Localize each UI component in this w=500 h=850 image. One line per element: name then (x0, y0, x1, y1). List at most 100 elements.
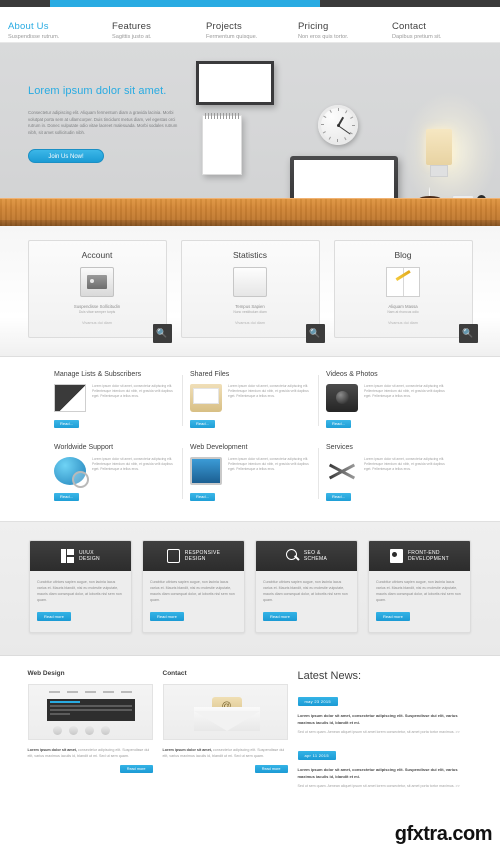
contact-column: Contact @ Lorem ipsum dolor sit amet, co… (162, 670, 288, 798)
page-root: About Us Suspendisse rutrum. Features Sagit… (0, 0, 500, 850)
highlights-section: Account Suspendisse Sollicitudin Duis vita… (0, 226, 500, 357)
nav-item-label: Features (112, 21, 152, 32)
clock-tick (338, 108, 339, 111)
nav-item-projects[interactable]: Projects Fermentum quisque. (206, 21, 257, 42)
clock-tick (344, 137, 347, 141)
discipline-read-more-button[interactable]: Read more (37, 612, 71, 621)
news-item[interactable]: may 23 2015 Lorem ipsum dolor sit amet, c… (297, 690, 473, 735)
clock-tick (337, 139, 338, 142)
clock-tick (323, 115, 327, 118)
service-title: Worldwide Support (54, 444, 114, 451)
highlight-card-line2: Nam at rhoncus odio (387, 310, 419, 314)
service-web-development: Web Development Lorem ipsum dolor sit ame… (182, 444, 318, 503)
highlight-card-blog[interactable]: Blog Aliquam Massa Nam at rhoncus odio Viva… (333, 240, 478, 343)
nav-item-features[interactable]: Features Sagittis justo at. (112, 21, 152, 42)
web-design-column: Web Design Lorem ipsum dolor sit amet, c… (27, 670, 153, 798)
discipline-label-line2: DEVELOPMENT (407, 556, 450, 562)
discipline-card-responsive[interactable]: RESPONSIVE DESIGN Curabitur ultrices sapie… (142, 540, 245, 633)
nav-item-about-us[interactable]: About Us Suspendisse rutrum. (8, 21, 59, 42)
highlight-card-title: Statistics (232, 250, 267, 260)
services-section: Manage Lists & Subscribers Lorem ipsum do… (0, 357, 500, 521)
service-text: Lorem ipsum dolor sit amet, consectetur … (228, 457, 309, 471)
wall-clock (318, 105, 358, 145)
discipline-card-front-end[interactable]: FRONT-END DEVELOPMENT Curabitur ultrices s… (368, 540, 471, 633)
service-title: Services (326, 444, 353, 451)
service-read-button[interactable]: Read... (54, 493, 79, 501)
web-design-read-more-button[interactable]: Read more (119, 765, 153, 773)
service-read-button[interactable]: Read... (190, 420, 215, 428)
news-date-badge: may 23 2015 (297, 697, 338, 706)
code-window-icon (389, 549, 403, 563)
highlight-card-title: Account (81, 250, 113, 260)
envelope: @ (193, 697, 260, 731)
news-item[interactable]: apr 11 2015 Lorem ipsum dolor sit amet, c… (297, 744, 473, 789)
discipline-card-text: Curabitur ultrices sapien augue, non lac… (263, 580, 348, 602)
news-sub: Sed ut sem quam. Aenean aliquet ipsum si… (297, 730, 460, 734)
news-lead: Lorem ipsum dolor sit amet, consectetur … (297, 713, 458, 725)
search-icon[interactable]: 🔍 (458, 324, 478, 343)
top-accent-blue (50, 0, 320, 7)
clock-tick (322, 131, 326, 134)
clock-center (336, 123, 340, 127)
search-icon[interactable]: 🔍 (305, 324, 325, 343)
discipline-read-more-button[interactable]: Read more (150, 612, 184, 621)
service-read-button[interactable]: Read... (326, 493, 351, 501)
service-text: Lorem ipsum dolor sit amet, consectetur … (364, 457, 445, 471)
discipline-read-more-button[interactable]: Read more (263, 612, 297, 621)
discipline-label-line2: SCHEMA (303, 556, 328, 562)
discipline-card-label: FRONT-END DEVELOPMENT (408, 550, 449, 563)
discipline-card-seo[interactable]: SEO & SCHEMA Curabitur ultrices sapien aug… (255, 540, 358, 633)
discipline-card-header: RESPONSIVE DESIGN (143, 541, 244, 571)
service-read-button[interactable]: Read... (54, 420, 79, 428)
notebook-pencil-icon (386, 267, 420, 297)
discipline-card-label: UI/UX DESIGN (79, 550, 100, 563)
discipline-card-text: Curabitur ultrices sapien augue, non lac… (376, 580, 461, 602)
service-text: Lorem ipsum dolor sit amet, consectetur … (364, 384, 445, 398)
screenshot-window (46, 699, 135, 721)
nav-item-contact[interactable]: Contact Dapibus pretium sit. (392, 21, 441, 42)
nav-item-subtitle: Fermentum quisque. (206, 34, 258, 40)
nav-item-subtitle: Suspendisse rutrum. (8, 34, 60, 40)
magnifier-icon (285, 549, 299, 563)
safe-icon (80, 267, 114, 297)
highlight-card-line2: Duis vitae semper turpis (78, 310, 116, 314)
highlight-card-line3: Vivamus dui diam (388, 321, 418, 325)
join-us-button[interactable]: Join Us Now! (28, 149, 104, 164)
notepad-rings (205, 113, 241, 119)
service-manage-lists-subscribers: Manage Lists & Subscribers Lorem ipsum do… (46, 371, 182, 430)
clock-tick (321, 124, 324, 125)
discipline-label-line2: DESIGN (79, 556, 100, 562)
service-shared-files: Shared Files Lorem ipsum dolor sit amet, … (182, 371, 318, 430)
discipline-read-more-button[interactable]: Read more (376, 612, 410, 621)
service-text: Lorem ipsum dolor sit amet, consectetur … (92, 384, 173, 398)
spiral-notepad (202, 113, 242, 175)
service-text: Lorem ipsum dolor sit amet, consectetur … (228, 384, 309, 398)
highlight-card-line2: Nunc vestibulum diam (233, 310, 267, 314)
web-design-text: Lorem ipsum dolor sit amet, consectetur … (28, 747, 153, 759)
contact-lead: Lorem ipsum dolor sit amet, (162, 748, 212, 752)
service-title: Shared Files (190, 371, 230, 378)
main-navigation: About Us Suspendisse rutrum. Features Sagit… (0, 7, 500, 43)
bottom-section: Web Design Lorem ipsum dolor sit amet, c… (0, 656, 500, 798)
discipline-label-line2: DESIGN (184, 556, 206, 562)
contact-read-more-button[interactable]: Read more (254, 765, 288, 773)
news-date-badge: apr 11 2015 (297, 751, 336, 760)
screenshot-menu (48, 691, 132, 693)
highlight-card-statistics[interactable]: Statistics Tempus Sapien Nunc vestibulum d… (180, 240, 325, 343)
screenshot-icons (52, 726, 110, 735)
service-read-button[interactable]: Read... (326, 420, 351, 428)
news-sub: Sed ut sem quam. Aenean aliquet ipsum si… (297, 784, 460, 788)
service-read-button[interactable]: Read... (190, 493, 215, 501)
nav-item-subtitle: Sagittis justo at. (112, 34, 152, 40)
highlight-card-line3: Vivamus dui diam (82, 321, 112, 325)
highlight-card-account[interactable]: Account Suspendisse Sollicitudin Duis vita… (27, 240, 172, 343)
service-services: Services Lorem ipsum dolor sit amet, cons… (318, 444, 454, 503)
discipline-card-ui-ux[interactable]: UI/UX DESIGN Curabitur ultrices sapien aug… (29, 540, 132, 633)
nav-item-pricing[interactable]: Pricing Non eros quis tortor. (298, 21, 348, 42)
watermark: gfxtra.com (394, 823, 493, 845)
discipline-card-label: SEO & SCHEMA (304, 550, 327, 563)
layout-grid-icon (61, 549, 74, 563)
notebook-icon (54, 384, 86, 412)
search-icon[interactable]: 🔍 (152, 324, 172, 343)
browser-window-screenshot (27, 684, 153, 740)
